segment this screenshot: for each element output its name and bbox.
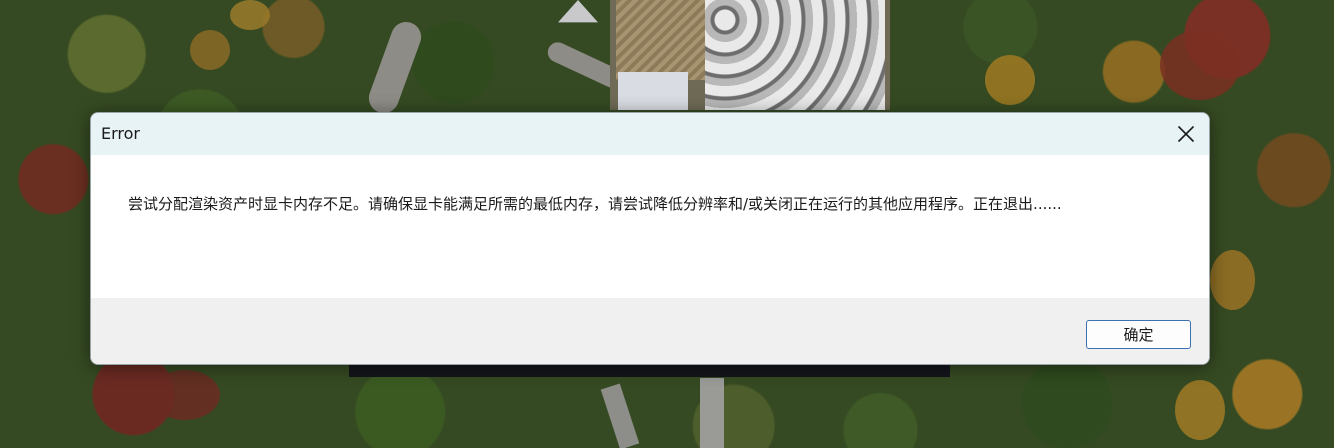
path-road	[600, 383, 640, 448]
tree	[1210, 250, 1255, 310]
game-background-scene: Error 尝试分配渲染资产时显卡内存不足。请确保显卡能满足所需的最低内存，请尝…	[0, 0, 1334, 448]
dialog-content: 尝试分配渲染资产时显卡内存不足。请确保显卡能满足所需的最低内存，请尝试降低分辨率…	[91, 155, 1209, 298]
pavilion-roof	[558, 0, 598, 23]
tree	[230, 0, 270, 30]
dialog-footer: 确定	[91, 298, 1209, 364]
tree	[1175, 380, 1225, 440]
error-dialog: Error 尝试分配渲染资产时显卡内存不足。请确保显卡能满足所需的最低内存，请尝…	[90, 112, 1210, 365]
path-road	[364, 17, 426, 118]
close-icon	[1177, 125, 1195, 143]
ok-button[interactable]: 确定	[1086, 320, 1191, 349]
tree	[150, 370, 220, 420]
error-message: 尝试分配渲染资产时显卡内存不足。请确保显卡能满足所需的最低内存，请尝试降低分辨率…	[128, 195, 1062, 213]
tree	[190, 30, 230, 70]
close-button[interactable]	[1163, 113, 1209, 155]
dialog-title: Error	[101, 124, 140, 143]
path-road	[700, 378, 724, 448]
tree	[1160, 30, 1240, 100]
tree	[985, 55, 1035, 105]
dialog-titlebar: Error	[91, 113, 1209, 155]
tiled-roof	[705, 0, 885, 110]
building-wall	[618, 72, 688, 110]
